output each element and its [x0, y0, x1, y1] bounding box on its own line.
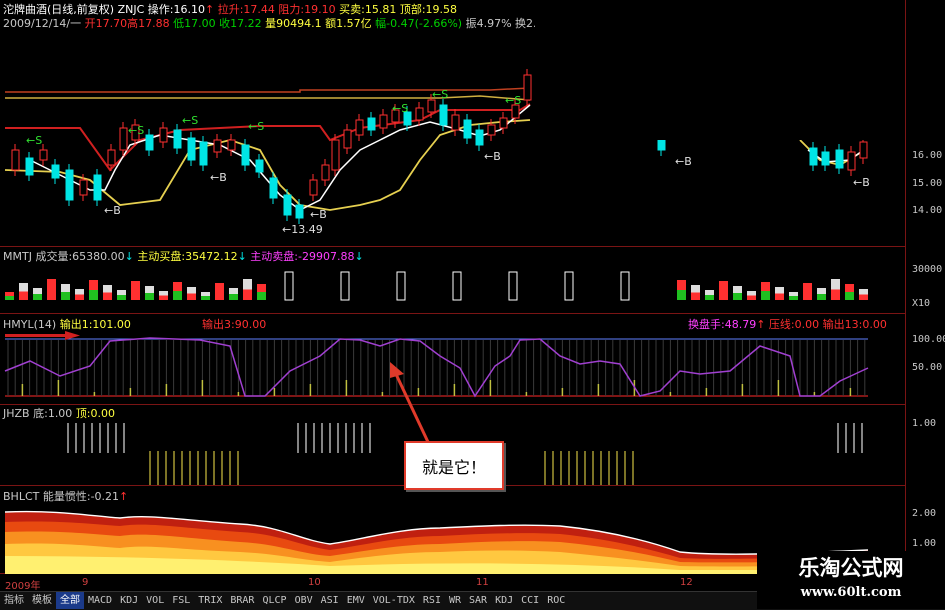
- watermark-url: www.60lt.com: [800, 585, 902, 600]
- bhlct-tick: 1.00: [912, 538, 937, 549]
- right-axis-line: [905, 0, 906, 591]
- indicator-tab-emv[interactable]: EMV: [343, 592, 369, 609]
- buy-marker: ←B: [104, 204, 121, 217]
- indicator-tab-kdj[interactable]: KDJ: [491, 592, 517, 609]
- sell-marker: ←S: [128, 124, 145, 137]
- volume-bars: [5, 271, 868, 301]
- price-tick: 15.00: [912, 178, 943, 189]
- panel-divider: [0, 313, 905, 314]
- sell-marker: ←S: [505, 94, 522, 107]
- buy-marker: ←B: [675, 155, 692, 168]
- indicator-tab-brar[interactable]: BRAR: [226, 592, 258, 609]
- date-label: 2009年: [5, 581, 41, 592]
- indicator-tab-fsl[interactable]: FSL: [168, 592, 194, 609]
- indicator-tab-obv[interactable]: OBV: [291, 592, 317, 609]
- jhzb-tick: 1.00: [912, 418, 937, 429]
- indicator-tab-macd[interactable]: MACD: [84, 592, 116, 609]
- indicator-tab-模板[interactable]: 模板: [28, 592, 56, 609]
- indicator-tab-qlcp[interactable]: QLCP: [258, 592, 290, 609]
- indicator-tab-roc[interactable]: ROC: [543, 592, 569, 609]
- mmtj-tick: 30000: [912, 264, 943, 275]
- sell-marker: ←S: [392, 102, 409, 115]
- indicator-tab-指标[interactable]: 指标: [0, 592, 28, 609]
- date-label: 12: [680, 577, 693, 588]
- callout-text: 就是它！: [421, 457, 486, 477]
- price-tick: 14.00: [912, 205, 943, 216]
- redaction-top-right: [535, 0, 945, 140]
- hmyl-tick: 100.00: [912, 334, 945, 345]
- trend-red: [5, 103, 531, 172]
- site-watermark: 乐淘公式网 www.60lt.com: [757, 551, 945, 609]
- indicator-tab-全部[interactable]: 全部: [56, 592, 84, 609]
- panel-divider: [0, 246, 905, 247]
- sell-marker: ←S: [432, 88, 449, 101]
- buy-marker: ←B: [853, 176, 870, 189]
- buy-marker: ←B: [210, 171, 227, 184]
- callout-box: 就是它！: [404, 441, 504, 490]
- date-label: 10: [308, 577, 321, 588]
- buy-marker: ←B: [484, 150, 501, 163]
- indicator-tab-asi[interactable]: ASI: [317, 592, 343, 609]
- indicator-tab-vol-tdx[interactable]: VOL-TDX: [369, 592, 419, 609]
- indicator-tab-cci[interactable]: CCI: [517, 592, 543, 609]
- indicator-tab-wr[interactable]: WR: [445, 592, 465, 609]
- hmyl-tick: 50.00: [912, 362, 943, 373]
- indicator-tab-vol[interactable]: VOL: [142, 592, 168, 609]
- indicator-tab-sar[interactable]: SAR: [465, 592, 491, 609]
- indicator-tab-kdj[interactable]: KDJ: [116, 592, 142, 609]
- low-price-label: ←13.49: [282, 223, 323, 236]
- indicator-tab-trix[interactable]: TRIX: [194, 592, 226, 609]
- bandline-yellow-top: [5, 95, 531, 101]
- sell-marker: ←S: [26, 134, 43, 147]
- date-label: 11: [476, 577, 489, 588]
- mmtj-tick: X10: [912, 298, 931, 309]
- sell-marker: ←S: [182, 114, 199, 127]
- buy-marker: ←B: [310, 208, 327, 221]
- indicator-tab-rsi[interactable]: RSI: [419, 592, 445, 609]
- watermark-title: 乐淘公式网: [798, 556, 904, 580]
- sell-marker: ←S: [248, 120, 265, 133]
- resistance-line: [5, 87, 531, 93]
- date-label: 9: [82, 577, 89, 588]
- bhlct-tick: 2.00: [912, 508, 937, 519]
- callout-arrow-icon: [390, 362, 430, 443]
- price-tick: 16.00: [912, 150, 943, 161]
